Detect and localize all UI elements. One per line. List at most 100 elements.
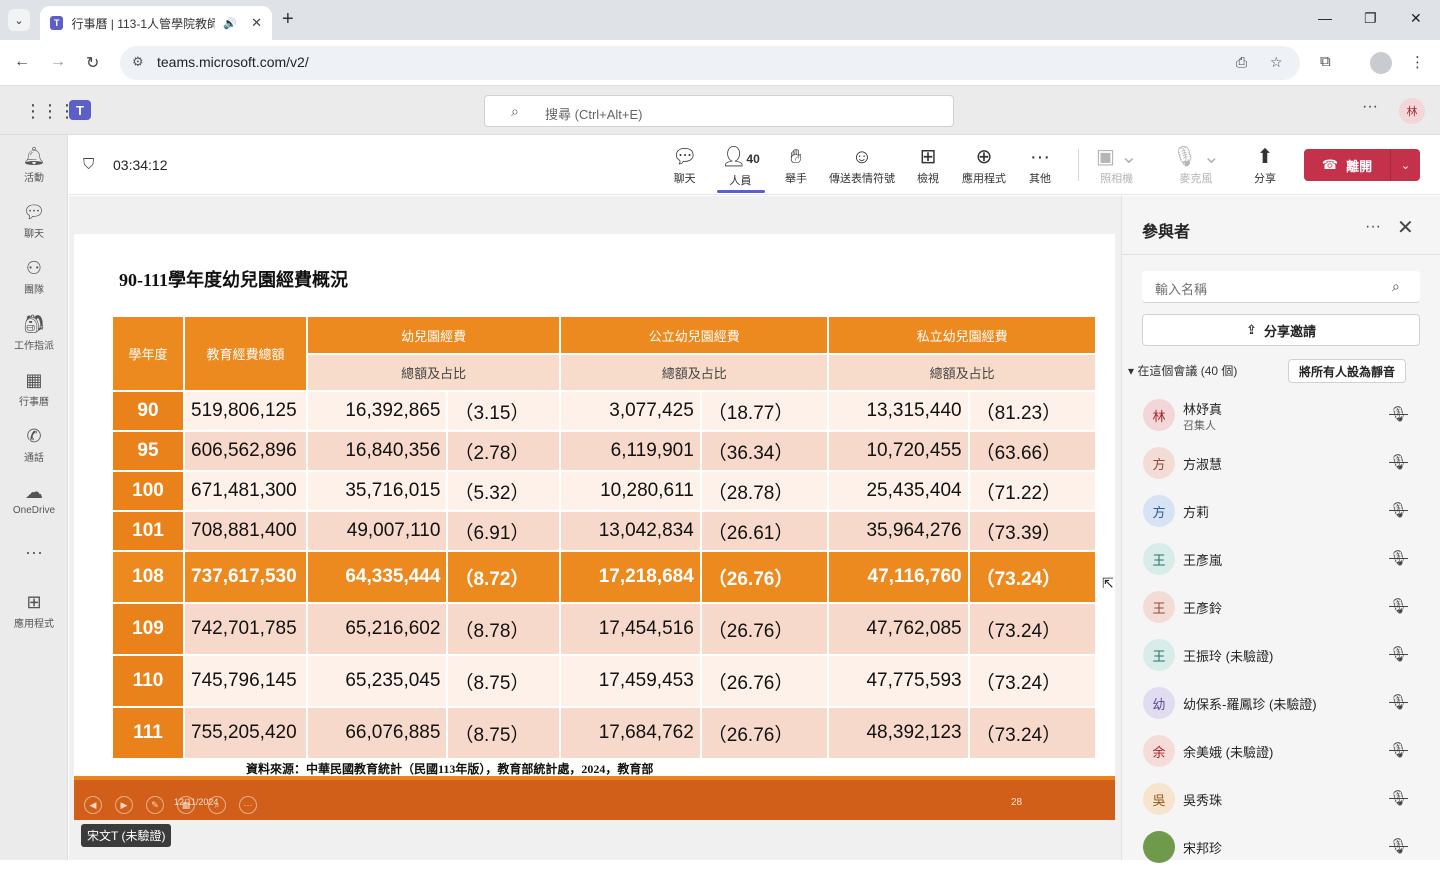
search-placeholder: 搜尋 (Ctrl+Alt+E)	[545, 107, 643, 122]
cell-public-amount: 13,042,834	[561, 512, 700, 550]
people-button[interactable]: 👤︎40 人員	[721, 145, 760, 188]
teams-search-input[interactable]: ⌕ 搜尋 (Ctrl+Alt+E)	[484, 95, 954, 127]
browser-profile-avatar[interactable]	[1370, 52, 1392, 74]
rail-item-assignments[interactable]: 🎒︎ 工作指派	[0, 313, 68, 352]
tab-search-dropdown-icon[interactable]: ⌄	[8, 9, 30, 31]
participant-row[interactable]: 幼幼保系-羅鳳珍 (未驗證) 🎙︎	[1122, 679, 1440, 727]
cell-private-pct: （73.24）	[969, 604, 1095, 654]
cell-year: 101	[113, 512, 183, 550]
restore-icon[interactable]: ❐	[1364, 10, 1377, 27]
leave-options-chevron-icon[interactable]: ⌄	[1390, 149, 1420, 181]
participant-row[interactable]: 吳吳秀珠 🎙︎	[1122, 775, 1440, 823]
chat-button[interactable]: 💬︎ 聊天	[672, 145, 697, 186]
cell-public-pct: （26.76）	[701, 552, 828, 602]
share-button[interactable]: ⬆ 分享	[1254, 145, 1276, 186]
install-app-icon[interactable]: ⎙	[1236, 54, 1247, 71]
user-avatar[interactable]: 林	[1399, 98, 1425, 124]
prev-slide-icon[interactable]: ◀	[84, 796, 102, 814]
share-invite-button[interactable]: ⇪ 分享邀請	[1142, 314, 1420, 346]
view-button[interactable]: ⊞ 檢視	[917, 145, 939, 186]
close-window-icon[interactable]: ✕	[1410, 10, 1422, 27]
mute-all-button[interactable]: 將所有人設為靜音	[1288, 359, 1406, 383]
participant-row[interactable]: 王王彥嵐 🎙︎	[1122, 535, 1440, 583]
omnibox[interactable]: ⚙ teams.microsoft.com/v2/ ⎙ ☆	[120, 46, 1300, 80]
grid-view-icon: ⊞	[919, 146, 937, 168]
panel-more-icon[interactable]: ···	[1365, 218, 1381, 236]
participant-row[interactable]: 方方莉 🎙︎	[1122, 487, 1440, 535]
mic-off-icon: 🎙︎	[1389, 742, 1409, 759]
extensions-icon[interactable]: ⧉	[1320, 53, 1331, 70]
rail-item-calendar[interactable]: ▦ 行事曆	[0, 369, 68, 408]
cell-public-amount: 3,077,425	[561, 392, 700, 430]
minimize-icon[interactable]: —	[1318, 10, 1332, 26]
close-tab-icon[interactable]: ✕	[251, 15, 262, 31]
meeting-controls-bar: ⛉ 03:34:12 💬︎ 聊天 👤︎40 人員 ✋︎ 舉手 ☺ 傳送表情符號 …	[69, 135, 1440, 195]
cell-public-amount: 6,119,901	[561, 432, 700, 470]
mic-off-icon: 🎙︎	[1389, 454, 1409, 471]
participant-search-input[interactable]: 輸入名稱 ⌕	[1142, 271, 1420, 303]
search-icon: ⌕	[511, 103, 519, 119]
slide-control-bar: ◀ ▶ ✎ ▦ ⌕ ··· 12/11/2024 28	[74, 776, 1115, 820]
participant-row[interactable]: 王王振玲 (未驗證) 🎙︎	[1122, 631, 1440, 679]
panel-close-icon[interactable]: ✕	[1397, 215, 1414, 240]
participant-list: 林林妤真 召集人 🎙︎ 方方淑慧 🎙︎ 方方莉 🎙︎ 王王彥嵐 🎙︎ 王王彥鈴 🎙︎ 王王振玲 (未驗…	[1122, 391, 1440, 871]
cell-total: 606,562,896	[185, 432, 306, 470]
rail-item-more[interactable]: ···	[0, 541, 68, 563]
apps-button[interactable]: ⊕ 應用程式	[962, 145, 1006, 186]
mic-off-icon: 🎙︎	[1389, 406, 1409, 423]
avatar	[1143, 831, 1175, 863]
pen-icon[interactable]: ✎	[146, 796, 164, 814]
cell-total: 737,617,530	[185, 552, 306, 602]
data-source-note: 資料來源：中華民國教育統計（民國113年版），教育部統計處，2024，教育部	[246, 762, 654, 776]
more-icon: ···	[1030, 146, 1050, 168]
leave-button[interactable]: ☎ 離開 ⌄	[1304, 149, 1420, 181]
back-icon[interactable]: ←	[14, 53, 30, 71]
participant-row[interactable]: 林林妤真 召集人 🎙︎	[1122, 391, 1440, 439]
next-slide-icon[interactable]: ▶	[115, 796, 133, 814]
cell-private-amount: 47,775,593	[829, 656, 968, 706]
reload-icon[interactable]: ↻	[86, 53, 99, 73]
cell-year: 108	[113, 552, 183, 602]
browser-menu-icon[interactable]: ⋮	[1410, 53, 1425, 71]
react-button[interactable]: ☺ 傳送表情符號	[829, 145, 895, 186]
in-meeting-section-toggle[interactable]: ▾ 在這個會議 (40 個)	[1128, 362, 1237, 379]
avatar: 余	[1143, 735, 1175, 767]
bookmark-star-icon[interactable]: ☆	[1270, 54, 1283, 71]
participant-row[interactable]: 方方淑慧 🎙︎	[1122, 439, 1440, 487]
share-invite-label: 分享邀請	[1263, 323, 1316, 339]
avatar: 王	[1143, 543, 1175, 575]
leave-main[interactable]: ☎ 離開	[1304, 149, 1390, 181]
table-row: 101 708,881,400 49,007,110 （6.91） 13,042,834…	[113, 512, 1095, 550]
teams-favicon-icon: T	[50, 16, 64, 30]
cell-year: 110	[113, 656, 183, 706]
browser-tab-active[interactable]: T 行事曆 | 113-1人管學院教師 🔊 ✕	[40, 6, 272, 40]
site-info-icon[interactable]: ⚙	[132, 54, 144, 70]
cell-private-amount: 35,964,276	[829, 512, 968, 550]
rail-item-apps[interactable]: ⊞ 應用程式	[0, 591, 68, 630]
participant-name: 余美娥 (未驗證)	[1183, 745, 1274, 760]
slide-title: 90-111學年度幼兒園經費概況	[119, 270, 349, 290]
app-launcher-icon[interactable]: ⋮⋮⋮	[24, 101, 76, 122]
url-text[interactable]: teams.microsoft.com/v2/	[157, 54, 309, 70]
raise-hand-button[interactable]: ✋︎ 舉手	[785, 145, 807, 186]
mic-button[interactable]: 🎙︎ ⌄ 麥克風	[1172, 145, 1220, 186]
rail-item-teams[interactable]: ⚇ 團隊	[0, 257, 68, 296]
participant-row[interactable]: 余余美娥 (未驗證) 🎙︎	[1122, 727, 1440, 775]
rail-item-onedrive[interactable]: ☁ OneDrive	[0, 481, 68, 516]
more-actions-button[interactable]: ··· 其他	[1029, 145, 1051, 186]
speaker-icon[interactable]: 🔊	[223, 17, 237, 30]
rail-item-chat[interactable]: 💬︎ 聊天	[0, 201, 68, 240]
forward-icon[interactable]: →	[50, 53, 66, 71]
new-tab-icon[interactable]: +	[282, 9, 294, 29]
rail-item-activity[interactable]: 🔔︎ 活動	[0, 145, 68, 184]
participant-row[interactable]: 王王彥鈴 🎙︎	[1122, 583, 1440, 631]
slide-more-icon[interactable]: ···	[239, 796, 257, 814]
settings-more-icon[interactable]: ···	[1362, 98, 1378, 116]
cell-total: 742,701,785	[185, 604, 306, 654]
participant-row[interactable]: 宋邦珍 🎙︎	[1122, 823, 1440, 871]
subheader-private: 總額及占比	[829, 355, 1095, 390]
camera-button[interactable]: ▣ ⌄ 照相機	[1096, 145, 1137, 186]
rail-item-calls[interactable]: ✆ 通話	[0, 425, 68, 464]
participant-search-placeholder: 輸入名稱	[1155, 282, 1208, 297]
apps-add-icon: ⊞	[26, 592, 42, 612]
